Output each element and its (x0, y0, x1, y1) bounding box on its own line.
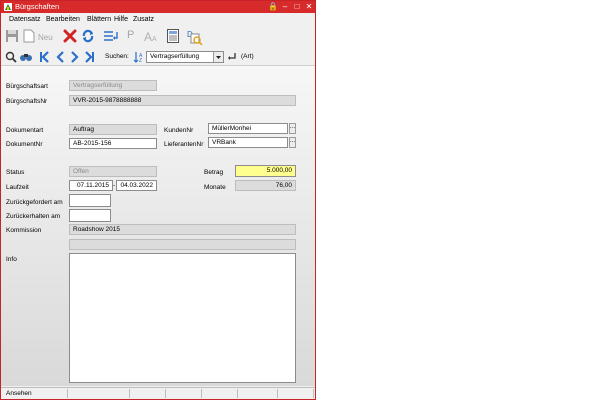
lieferantennr-lookup-button[interactable]: ... (289, 137, 296, 148)
record-form: Bürgschaftsart Vertragserfüllung Bürgsch… (1, 66, 315, 386)
zurueckgefordert-label: Zurückgefordert am (6, 199, 63, 206)
zurueckerhalten-label: Zurückerhalten am (6, 213, 61, 220)
window-title: Bürgschaften (15, 2, 60, 11)
status-field[interactable]: Offen (69, 166, 157, 177)
document-preview-icon[interactable]: D (187, 29, 203, 45)
lieferantennr-field[interactable]: VRBank (208, 137, 288, 148)
status-panel-6 (238, 389, 278, 398)
svg-text:A: A (144, 30, 152, 43)
kundennr-label: KundenNr (164, 127, 194, 134)
kundennr-lookup-button[interactable]: ... (289, 123, 296, 134)
save-icon[interactable] (5, 29, 19, 45)
status-bar: Ansehen (1, 387, 315, 399)
kundennr-field[interactable]: MüllerMonhei (208, 123, 288, 134)
delete-icon[interactable] (63, 29, 77, 45)
laufzeit-to-field[interactable]: 04.03.2022 (116, 180, 157, 191)
maximize-button[interactable]: □ (291, 1, 303, 13)
minimize-button[interactable]: – (279, 1, 291, 13)
buergschaftsart-field[interactable]: Vertragserfüllung (69, 80, 157, 91)
refresh-icon[interactable] (81, 29, 95, 45)
previous-record-icon[interactable] (56, 51, 64, 63)
search-field-select[interactable]: Vertragserfüllung (146, 51, 224, 63)
app-icon (4, 3, 12, 11)
status-panel-7 (278, 389, 314, 398)
dokumentart-label: Dokumentart (6, 127, 44, 134)
dokumentart-field[interactable]: Auftrag (69, 124, 157, 135)
kommission-field-2[interactable] (69, 239, 296, 250)
status-panel-2 (68, 389, 130, 398)
close-button[interactable]: ✕ (303, 1, 315, 13)
new-document-icon[interactable] (23, 29, 35, 45)
buergschaftsnr-label: BürgschaftsNr (6, 98, 48, 105)
next-record-icon[interactable] (71, 51, 79, 63)
monate-label: Monate (204, 184, 226, 191)
laufzeit-label: Laufzeit (6, 184, 29, 191)
status-mode: Ansehen (3, 389, 68, 398)
menu-zusatz[interactable]: Zusatz (133, 15, 154, 24)
search-mode-label: (Art) (241, 53, 254, 60)
betrag-field[interactable]: 5.000,00 (235, 165, 296, 177)
chevron-down-icon[interactable] (213, 52, 223, 62)
betrag-label: Betrag (204, 169, 224, 176)
menu-bearbeiten[interactable]: Bearbeiten (46, 15, 80, 24)
search-icon[interactable] (5, 51, 17, 63)
search-label: Suchen: (105, 53, 129, 60)
menu-blaettern[interactable]: Blättern (87, 15, 111, 24)
lock-icon[interactable]: 🔒 (267, 1, 279, 13)
first-record-icon[interactable] (39, 51, 49, 63)
zurueckerhalten-field[interactable] (69, 209, 111, 222)
menu-hilfe[interactable]: Hilfe (114, 15, 128, 24)
zurueckgefordert-field[interactable] (69, 194, 111, 207)
lieferantennr-label: LieferantenNr (164, 141, 204, 148)
main-window: Bürgschaften 🔒 – □ ✕ Datensatz Bearbeite… (0, 0, 316, 400)
menu-bar: Datensatz Bearbeiten Blättern Hilfe Zusa… (1, 14, 315, 25)
status-panel-5 (202, 389, 238, 398)
toolbar: Neu P AA D (1, 25, 315, 50)
last-record-icon[interactable] (85, 51, 95, 63)
info-label: Info (6, 256, 17, 263)
svg-text:Z: Z (139, 58, 142, 63)
dokumentnr-label: DokumentNr (6, 141, 43, 148)
dokumentnr-field[interactable]: AB-2015-156 (69, 138, 157, 149)
kommission-label: Kommission (6, 227, 42, 234)
status-label: Status (6, 169, 25, 176)
sort-ascending-icon[interactable]: AZ (133, 51, 144, 64)
buergschaftsnr-field[interactable]: VVR-2015-9878888888 (69, 95, 296, 106)
font-size-icon[interactable]: AA (143, 29, 159, 45)
binoculars-icon[interactable] (19, 51, 33, 63)
new-label[interactable]: Neu (38, 33, 53, 42)
menu-datensatz[interactable]: Datensatz (9, 15, 41, 24)
title-bar: Bürgschaften 🔒 – □ ✕ (1, 1, 315, 13)
navigation-bar: Suchen: AZ Vertragserfüllung (Art) (1, 49, 315, 66)
status-panel-3 (130, 389, 166, 398)
calculator-icon[interactable] (167, 29, 179, 45)
buergschaftsart-label: Bürgschaftsart (6, 83, 48, 90)
laufzeit-from-field[interactable]: 07.11.2015 (69, 180, 113, 191)
list-enter-icon[interactable] (103, 29, 119, 45)
laufzeit-separator: - (113, 182, 116, 189)
p-icon[interactable]: P (127, 29, 134, 41)
info-textarea[interactable] (69, 253, 296, 383)
monate-field[interactable]: 76,00 (235, 180, 296, 191)
svg-text:A: A (152, 36, 157, 43)
kommission-field[interactable]: Roadshow 2015 (69, 224, 296, 235)
enter-icon[interactable] (227, 51, 237, 63)
search-field-value: Vertragserfüllung (150, 53, 200, 60)
status-panel-4 (166, 389, 202, 398)
